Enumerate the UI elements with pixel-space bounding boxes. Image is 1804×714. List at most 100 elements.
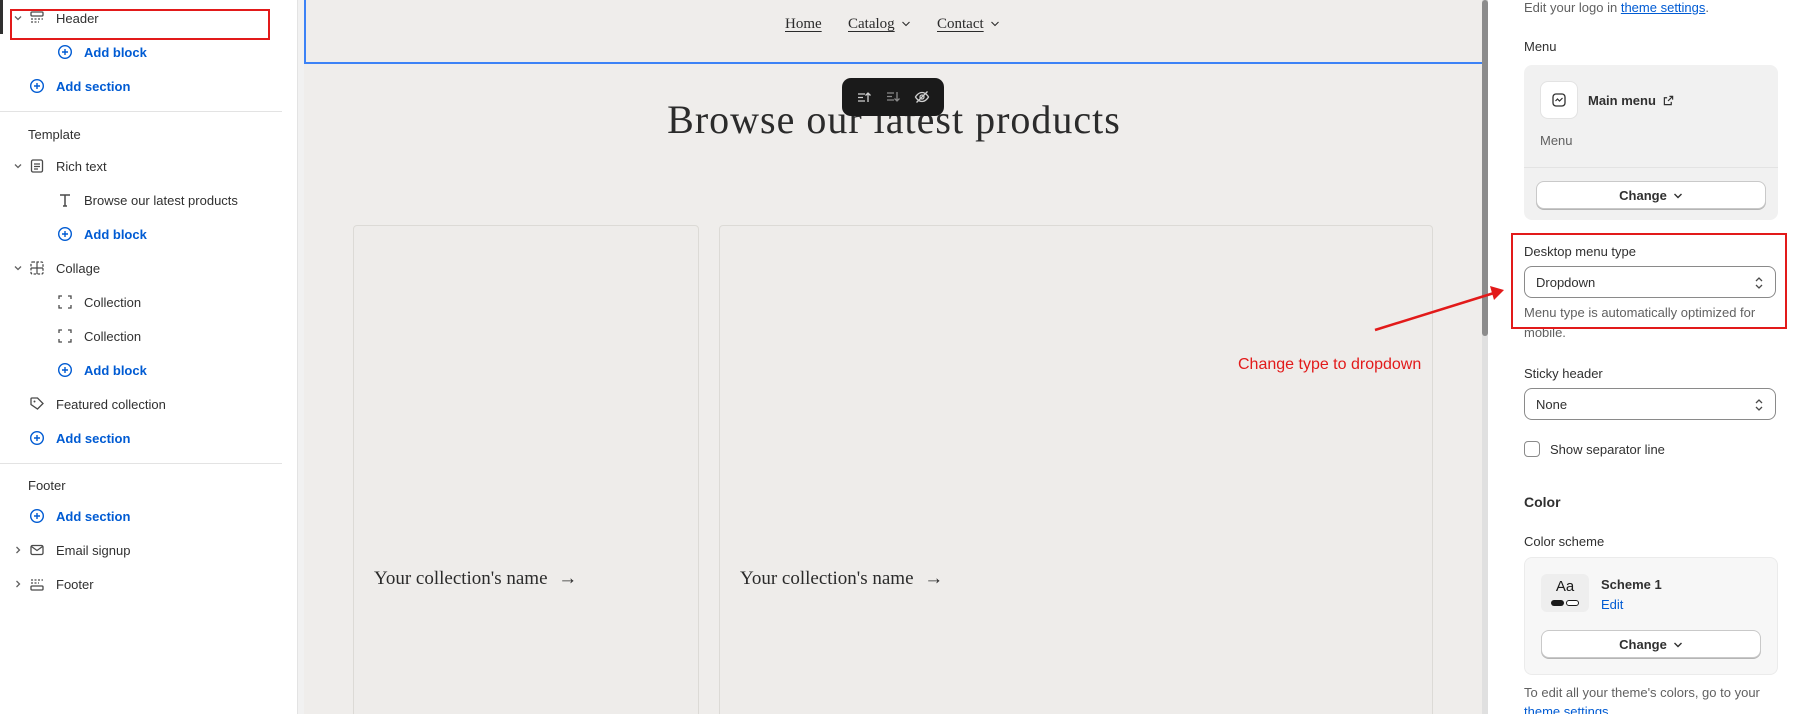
chevron-down-icon: [901, 20, 911, 31]
select-value: None: [1536, 396, 1568, 412]
theme-editor: Header Add block Add section Template Ri…: [0, 0, 1804, 714]
collection-card-title: Your collection's name →: [740, 568, 943, 590]
move-up-icon[interactable]: [853, 86, 875, 108]
scheme-change-button[interactable]: Change: [1541, 630, 1761, 658]
sidebar-item-collection-1[interactable]: Collection: [0, 287, 282, 317]
arrow-right-icon: →: [558, 568, 578, 589]
footer-group-title: Footer: [28, 478, 66, 493]
colors-hint: To edit all your theme's colors, go to y…: [1524, 685, 1760, 700]
scheme-swatch: Aa: [1541, 574, 1589, 612]
header-add-section[interactable]: Add section: [0, 71, 282, 101]
sidebar-item-label: Collection: [84, 329, 142, 344]
sidebar-item-label: Featured collection: [56, 397, 166, 412]
annotation-text: Change type to dropdown: [1238, 356, 1422, 373]
sidebar-item-collage[interactable]: Collage: [0, 253, 282, 283]
storefront-preview: Home Catalog Contact Browse our latest p…: [298, 0, 1488, 714]
collection-block-icon: [56, 293, 74, 311]
add-block-label: Add block: [84, 363, 147, 378]
collage-add-block[interactable]: Add block: [0, 355, 282, 385]
rich-text-icon: [28, 157, 46, 175]
add-section-label: Add section: [56, 431, 131, 446]
change-label: Change: [1619, 187, 1667, 203]
highlight-box-menu-type: [1511, 233, 1787, 329]
chevron-down-icon[interactable]: [12, 160, 24, 172]
scheme-edit-link[interactable]: Edit: [1601, 597, 1623, 612]
sidebar-item-label: Rich text: [56, 159, 107, 174]
collection-block-icon: [56, 327, 74, 345]
color-heading: Color: [1524, 494, 1561, 510]
scheme-swatch-text: Aa: [1555, 578, 1575, 595]
color-scheme-label: Color scheme: [1524, 534, 1605, 549]
envelope-icon: [28, 541, 46, 559]
menu-change-button[interactable]: Change: [1536, 181, 1766, 209]
chevron-down-icon: [1673, 637, 1683, 652]
text-type-icon: [56, 191, 74, 209]
nav-link-label: Catalog: [848, 16, 895, 32]
separator-checkbox[interactable]: [1524, 441, 1540, 457]
arrow-right-icon: →: [924, 568, 944, 589]
colors-theme-settings-link[interactable]: theme settings: [1524, 704, 1609, 714]
add-section-label: Add section: [56, 509, 131, 524]
footer-add-section[interactable]: Add section: [0, 501, 282, 531]
menu-name[interactable]: Main menu: [1588, 93, 1674, 108]
sections-sidebar: Header Add block Add section Template Ri…: [0, 0, 298, 714]
chevron-right-icon[interactable]: [12, 578, 24, 590]
nav-link-home[interactable]: Home: [785, 16, 822, 33]
collection-card-title: Your collection's name →: [374, 568, 577, 590]
sticky-header-select[interactable]: None: [1524, 388, 1776, 420]
menu-icon: [1540, 81, 1578, 119]
sidebar-item-label: Collection: [84, 295, 142, 310]
chevron-down-icon[interactable]: [12, 262, 24, 274]
panel-gutter: [1488, 0, 1508, 714]
chevron-right-icon[interactable]: [12, 544, 24, 556]
collage-icon: [28, 259, 46, 277]
divider: [0, 463, 282, 464]
sidebar-item-collection-2[interactable]: Collection: [0, 321, 282, 351]
plus-circle-icon: [56, 43, 74, 61]
scheme-name: Scheme 1: [1601, 577, 1662, 592]
tag-icon: [28, 395, 46, 413]
add-block-label: Add block: [84, 45, 147, 60]
menu-label: Menu: [1524, 39, 1557, 54]
collection-card-1[interactable]: Your collection's name →: [353, 225, 699, 714]
add-section-label: Add section: [56, 79, 131, 94]
sidebar-item-rich-text[interactable]: Rich text: [0, 151, 282, 181]
collection-name: Your collection's name: [374, 568, 548, 589]
change-label: Change: [1619, 636, 1667, 652]
nav-link-catalog[interactable]: Catalog: [848, 16, 911, 33]
highlight-box-header: [10, 9, 270, 40]
eye-off-icon[interactable]: [911, 86, 933, 108]
logo-hint-text: Edit your logo in: [1524, 0, 1621, 15]
footer-section-icon: [28, 575, 46, 593]
sidebar-item-label: Collage: [56, 261, 101, 276]
template-add-section[interactable]: Add section: [0, 423, 282, 453]
header-section-selected[interactable]: Home Catalog Contact: [304, 0, 1484, 64]
move-down-icon[interactable]: [882, 86, 904, 108]
sidebar-item-heading-block[interactable]: Browse our latest products: [0, 185, 282, 215]
divider: [0, 111, 282, 112]
preview-canvas: Home Catalog Contact Browse our latest p…: [304, 0, 1484, 714]
collection-name: Your collection's name: [740, 568, 914, 589]
header-add-block[interactable]: Add block: [0, 37, 282, 67]
sidebar-item-featured-collection[interactable]: Featured collection: [0, 389, 282, 419]
menu-sub: Menu: [1540, 133, 1573, 148]
divider: [1524, 167, 1778, 168]
rich-text-add-block[interactable]: Add block: [0, 219, 282, 249]
collection-card-2[interactable]: Your collection's name →: [719, 225, 1433, 714]
logo-hint: Edit your logo in theme settings.: [1524, 0, 1709, 15]
menu-picker-card: Main menu Menu Change: [1524, 65, 1778, 220]
section-toolbar: [842, 78, 944, 116]
sticky-header-label: Sticky header: [1524, 366, 1603, 381]
nav-link-contact[interactable]: Contact: [937, 16, 1000, 33]
plus-circle-icon: [28, 429, 46, 447]
chevron-down-icon: [1673, 188, 1683, 203]
plus-circle-icon: [28, 77, 46, 95]
theme-settings-link[interactable]: theme settings: [1621, 0, 1706, 15]
sidebar-item-footer[interactable]: Footer: [0, 569, 282, 599]
color-scheme-card: Aa Scheme 1 Edit Change: [1524, 557, 1778, 675]
sidebar-item-email-signup[interactable]: Email signup: [0, 535, 282, 565]
nav-link-label: Home: [785, 16, 822, 32]
template-group-title: Template: [28, 127, 81, 142]
sidebar-item-label: Footer: [56, 577, 94, 592]
menu-name-label: Main menu: [1588, 93, 1656, 108]
